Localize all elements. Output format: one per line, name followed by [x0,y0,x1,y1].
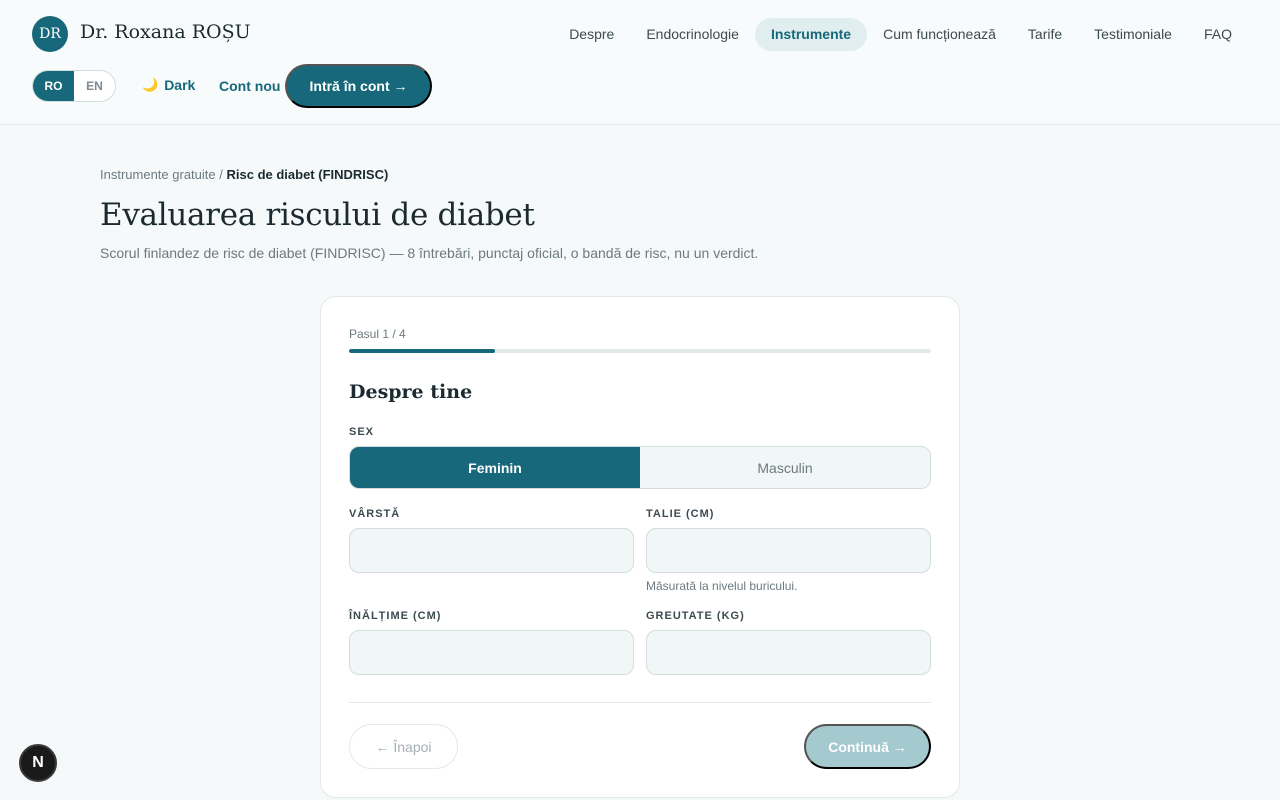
breadcrumb-current: Risc de diabet (FINDRISC) [226,167,389,182]
weight-input[interactable] [646,630,931,675]
lang-option-en[interactable]: EN [74,71,115,101]
nav-item-tarife[interactable]: Tarife [1012,18,1078,51]
nav-item-cum-functioneaza[interactable]: Cum funcționează [867,18,1012,51]
progress-fill [349,349,495,353]
findrisc-form-card: Pasul 1 / 4 Despre tine SEX Feminin Masc… [320,296,960,798]
dark-mode-label: Dark [164,77,196,93]
height-input[interactable] [349,630,634,675]
continue-button[interactable]: Continuă → [804,724,931,769]
nav-item-testimoniale[interactable]: Testimoniale [1078,18,1188,51]
sex-option-feminin[interactable]: Feminin [350,447,640,488]
age-input[interactable] [349,528,634,573]
nav-item-instrumente[interactable]: Instrumente [754,18,868,51]
sex-option-masculin[interactable]: Masculin [640,447,930,488]
nav-item-despre[interactable]: Despre [553,18,630,51]
sex-label: SEX [349,426,375,438]
sex-selector: Feminin Masculin [349,446,931,489]
back-button[interactable]: ← Înapoi [349,724,458,769]
height-label: ÎNĂLȚIME (CM) [349,610,442,622]
language-toggle: RO EN [32,70,116,102]
section-title: Despre tine [349,381,473,403]
nav-item-endocrinologie[interactable]: Endocrinologie [630,18,755,51]
dark-mode-toggle[interactable]: 🌙 Dark [142,77,195,93]
dev-tools-badge[interactable]: N [19,744,57,782]
step-label: Pasul 1 / 4 [349,327,406,341]
form-divider [349,702,931,703]
weight-label: GREUTATE (KG) [646,610,745,622]
breadcrumb-separator: / [219,167,223,182]
signup-link[interactable]: Cont nou [219,78,280,94]
main-nav: Despre Endocrinologie Instrumente Cum fu… [553,18,1248,51]
moon-icon: 🌙 [142,77,159,92]
waist-input[interactable] [646,528,931,573]
progress-bar [349,349,931,353]
nav-item-faq[interactable]: FAQ [1188,18,1248,51]
page-subtitle: Scorul finlandez de risc de diabet (FIND… [100,245,759,261]
site-header: DR Dr. Roxana ROȘU Despre Endocrinologie… [0,0,1280,125]
brand-name[interactable]: Dr. Roxana ROȘU [80,21,251,43]
waist-hint: Măsurată la nivelul buricului. [646,579,798,593]
age-label: VÂRSTĂ [349,508,401,520]
page-title: Evaluarea riscului de diabet [100,197,535,233]
breadcrumb-parent[interactable]: Instrumente gratuite [100,167,216,182]
logo-badge[interactable]: DR [32,16,68,52]
lang-option-ro[interactable]: RO [33,71,74,101]
login-button[interactable]: Intră în cont → [285,64,432,108]
waist-label: TALIE (CM) [646,508,715,520]
breadcrumb: Instrumente gratuite / Risc de diabet (F… [100,167,388,182]
